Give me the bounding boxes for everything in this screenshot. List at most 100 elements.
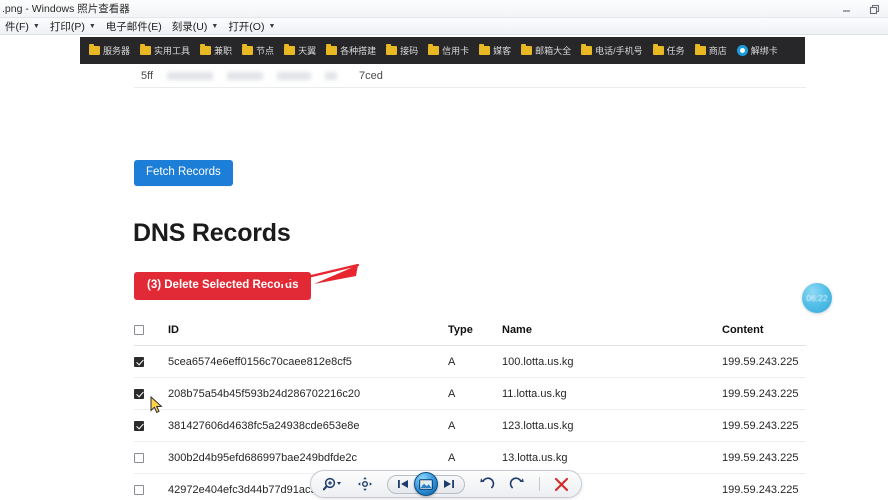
globe-icon (736, 45, 748, 56)
row-select-cell[interactable] (134, 388, 168, 399)
row-checkbox[interactable] (134, 356, 144, 367)
cell-name: 13.lotta.us.kg (502, 451, 568, 464)
title-bar: .png - Windows 照片查看器 (0, 0, 888, 18)
bookmark-item-unbind[interactable]: 解绑卡 (732, 37, 783, 64)
row-select-cell[interactable] (134, 452, 168, 463)
menu-item-print[interactable]: 打印(P) ▼ (45, 18, 101, 35)
folder-icon (386, 44, 398, 55)
cell-type: A (448, 355, 456, 368)
delete-selected-records-button[interactable]: (3) Delete Selected Records (134, 272, 312, 300)
cell-name: 123.lotta.us.kg (502, 419, 574, 432)
delete-image-button[interactable] (554, 473, 569, 495)
folder-icon (581, 44, 593, 55)
bookmark-item-media[interactable]: 媒客 (474, 37, 516, 64)
row-select-cell[interactable] (134, 356, 168, 367)
row-checkbox[interactable] (134, 452, 144, 463)
menu-bar: 件(F) ▼ 打印(P) ▼ 电子邮件(E) 刻录(U) ▼ 打开(O) ▼ (0, 18, 888, 35)
time-badge[interactable]: 06:22 (802, 283, 832, 313)
folder-icon (326, 44, 338, 55)
redacted-block (325, 71, 338, 80)
row-select-cell[interactable] (134, 420, 168, 431)
menu-item-burn[interactable]: 刻录(U) ▼ (167, 18, 224, 35)
bookmark-item-servers[interactable]: 服务器 (84, 37, 135, 64)
column-header-content: Content (722, 323, 764, 336)
chevron-down-icon: ▼ (88, 22, 96, 30)
menu-item-open-label: 打开(O) (228, 20, 265, 33)
cell-type: A (448, 387, 456, 400)
web-page-content: 5ff 7ced Fetch Records DNS Records (3) D… (0, 64, 888, 500)
table-header-row: ID Type Name Content (134, 314, 806, 346)
cell-id: 381427606d4638fc5a24938cde653e8e (168, 419, 360, 432)
zoom-button[interactable] (323, 473, 343, 495)
bookmark-item-parttime[interactable]: 兼职 (195, 37, 237, 64)
play-slideshow-icon (419, 478, 433, 490)
bookmark-item-phone[interactable]: 电话/手机号 (576, 37, 648, 64)
menu-item-email[interactable]: 电子邮件(E) (101, 18, 167, 35)
menu-item-file[interactable]: 件(F) ▼ (0, 18, 45, 35)
column-header-name: Name (502, 323, 532, 336)
fit-to-window-icon (358, 477, 372, 491)
chevron-down-icon: ▼ (32, 22, 40, 30)
restore-button[interactable] (860, 0, 888, 18)
cell-content: 199.59.243.225 (722, 419, 799, 432)
bookmark-item-mailboxes[interactable]: 邮箱大全 (516, 37, 576, 64)
bookmark-label: 各种搭建 (340, 46, 377, 56)
photo-viewer-window: .png - Windows 照片查看器 件(F) ▼ 打印(P) ▼ 电子邮件… (0, 0, 888, 500)
folder-icon (694, 44, 706, 55)
folder-icon (140, 44, 152, 55)
bookmark-item-nodes[interactable]: 节点 (237, 37, 279, 64)
bookmark-item-tools[interactable]: 实用工具 (135, 37, 195, 64)
table-row[interactable]: 208b75a54b45f593b24d286702216c20 A 11.lo… (134, 378, 806, 410)
fit-to-window-button[interactable] (357, 473, 373, 495)
navigation-group (387, 472, 465, 496)
bookmark-item-store[interactable]: 商店 (690, 37, 732, 64)
cell-name: 11.lotta.us.kg (502, 387, 567, 400)
table-row[interactable]: 5cea6574e6eff0156c70caee812e8cf5 A 100.l… (134, 346, 806, 378)
table-row[interactable]: 381427606d4638fc5a24938cde653e8e A 123.l… (134, 410, 806, 442)
rotate-counterclockwise-button[interactable] (479, 473, 495, 495)
menu-item-print-label: 打印(P) (49, 20, 85, 33)
bookmark-item-tasks[interactable]: 任务 (648, 37, 690, 64)
bookmark-label: 解绑卡 (750, 46, 778, 56)
bookmark-item-builds[interactable]: 各种搭建 (321, 37, 381, 64)
bookmark-label: 兼职 (214, 46, 233, 56)
bookmark-item-creditcard[interactable]: 信用卡 (423, 37, 474, 64)
folder-icon (284, 44, 296, 55)
menu-item-burn-label: 刻录(U) (171, 20, 208, 33)
play-slideshow-button[interactable] (414, 472, 438, 496)
previous-image-button[interactable] (390, 473, 416, 495)
viewer-toolbar (310, 470, 582, 498)
bookmark-item-tianyi[interactable]: 天翼 (279, 37, 321, 64)
cell-content: 199.59.243.225 (722, 483, 799, 496)
rotate-clockwise-icon (509, 477, 524, 489)
bookmark-item-sms[interactable]: 接码 (381, 37, 423, 64)
select-all-cell[interactable] (134, 324, 168, 335)
record-fragment-left: 5ff (141, 69, 154, 82)
cell-content: 199.59.243.225 (722, 451, 799, 464)
cell-type: A (448, 451, 456, 464)
select-all-checkbox[interactable] (134, 324, 144, 335)
row-checkbox[interactable] (134, 484, 144, 495)
partial-record-row: 5ff 7ced (134, 64, 806, 88)
folder-icon (652, 44, 664, 55)
bookmark-label: 邮箱大全 (535, 46, 572, 56)
bookmark-label: 媒客 (493, 46, 512, 56)
toolbar-divider (539, 477, 540, 491)
page-title: DNS Records (133, 219, 291, 247)
minimize-button[interactable] (832, 0, 860, 18)
rotate-clockwise-button[interactable] (509, 473, 525, 495)
folder-icon (479, 44, 491, 55)
row-checkbox[interactable] (134, 388, 144, 399)
row-checkbox[interactable] (134, 420, 144, 431)
chevron-down-icon: ▼ (268, 22, 276, 30)
fetch-records-button[interactable]: Fetch Records (134, 160, 233, 186)
cell-type: A (448, 419, 456, 432)
folder-icon (242, 44, 254, 55)
previous-icon (398, 480, 408, 488)
row-select-cell[interactable] (134, 484, 168, 495)
menu-item-email-label: 电子邮件(E) (105, 20, 162, 33)
folder-icon (521, 44, 533, 55)
next-image-button[interactable] (436, 473, 462, 495)
window-title: .png - Windows 照片查看器 (2, 3, 130, 15)
menu-item-open[interactable]: 打开(O) ▼ (223, 18, 280, 35)
